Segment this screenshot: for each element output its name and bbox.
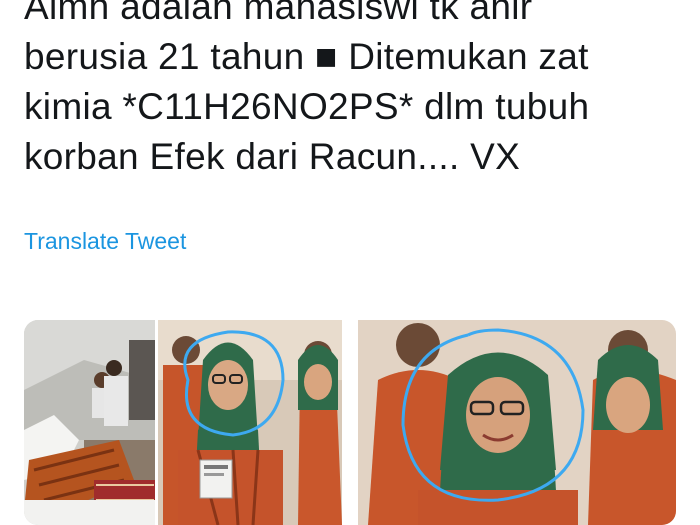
woman-hijab-zoom-photo[interactable] — [358, 320, 676, 525]
funeral-photo[interactable] — [24, 320, 155, 525]
woman-hijab-photo[interactable] — [158, 320, 342, 525]
tweet-text-line-2: berusia 21 tahun ■ Ditemukan zat — [24, 36, 589, 77]
tweet-text-line-4: korban Efek dari Racun.... VX — [24, 136, 521, 177]
translate-tweet-link[interactable]: Translate Tweet — [24, 228, 186, 255]
tweet-text: Almh adalah mahasiswi tk ahir berusia 21… — [24, 0, 694, 182]
media-grid — [24, 320, 676, 525]
tweet-text-line-3: kimia *C11H26NO2PS* dlm tubuh — [24, 86, 590, 127]
tweet-text-line-1: Almh adalah mahasiswi tk ahir — [24, 0, 533, 27]
